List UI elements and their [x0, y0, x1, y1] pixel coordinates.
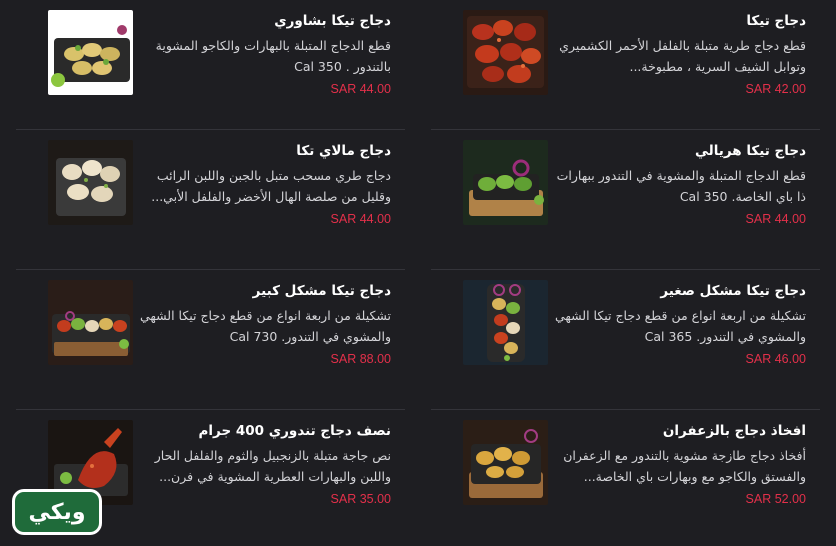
wiki-logo: ويكي	[12, 489, 102, 535]
menu-item-chicken-malai-tikka[interactable]: دجاج مالاي تكا دجاج طري مسحب متبل بالجبن…	[16, 130, 405, 270]
menu-item-image[interactable]	[48, 280, 133, 365]
menu-item-price: SAR 88.00	[330, 352, 391, 366]
menu-item-title: دجاج تيكا بشاوري	[274, 13, 391, 29]
menu-item-image[interactable]	[463, 10, 548, 95]
menu-item-chicken-tikka-peshawari[interactable]: دجاج تيكا بشاوري قطع الدجاج المتبلة بالب…	[16, 0, 405, 130]
menu-item-title: دجاج تيكا هريالي	[695, 143, 806, 159]
menu-item-image[interactable]	[463, 280, 548, 365]
menu-item-description: قطع دجاج طرية متبلة بالفلفل الأحمر الكشم…	[559, 38, 806, 74]
mixed-tikka-large-image	[48, 280, 133, 365]
menu-item-title: افخاذ دجاج بالزعفران	[662, 423, 806, 439]
menu-item-title: دجاج تيكا	[746, 13, 806, 29]
menu-item-info: دجاج تيكا مشكل صغير تشكيلة من اربعة انوا…	[548, 280, 820, 366]
menu-item-description: تشكيلة من اربعة انواع من قطع دجاج تيكا ا…	[139, 308, 391, 344]
menu-item-price: SAR 35.00	[330, 492, 391, 506]
wiki-logo-text: ويكي	[15, 492, 99, 532]
menu-item-title: دجاج مالاي تكا	[296, 143, 391, 159]
menu-item-image[interactable]	[48, 140, 133, 225]
menu-item-price: SAR 44.00	[330, 212, 391, 226]
menu-item-description: نص جاجة متبلة بالزنجبيل والثوم والفلفل ا…	[154, 448, 391, 484]
menu-item-price: SAR 44.00	[745, 212, 806, 226]
chicken-tikka-hariyali-image	[463, 140, 548, 225]
menu-item-image[interactable]	[48, 10, 133, 95]
chicken-tikka-image	[463, 10, 548, 95]
menu-item-mixed-tikka-large[interactable]: دجاج تيكا مشكل كبير تشكيلة من اربعة انوا…	[16, 270, 405, 410]
menu-item-title: دجاج تيكا مشكل كبير	[252, 283, 391, 299]
menu-item-mixed-tikka-small[interactable]: دجاج تيكا مشكل صغير تشكيلة من اربعة انوا…	[431, 270, 820, 410]
menu-item-info: دجاج مالاي تكا دجاج طري مسحب متبل بالجبن…	[133, 140, 405, 226]
menu-item-image[interactable]	[463, 420, 548, 505]
menu-item-image[interactable]	[463, 140, 548, 225]
menu-item-saffron-chicken-thighs[interactable]: افخاذ دجاج بالزعفران أفخاذ دجاج طازجة مش…	[431, 410, 820, 546]
menu-item-price: SAR 44.00	[330, 82, 391, 96]
menu-item-description: قطع الدجاج المتبلة والمشوية في التندور ب…	[556, 168, 806, 204]
menu-item-chicken-tikka-hariyali[interactable]: دجاج تيكا هريالي قطع الدجاج المتبلة والم…	[431, 130, 820, 270]
menu-item-price: SAR 42.00	[745, 82, 806, 96]
menu-item-title: دجاج تيكا مشكل صغير	[660, 283, 806, 299]
chicken-tikka-peshawari-image	[48, 10, 133, 95]
chicken-malai-tikka-image	[48, 140, 133, 225]
menu-grid: دجاج تيكا قطع دجاج طرية متبلة بالفلفل ال…	[16, 0, 820, 546]
menu-item-title: نصف دجاج تندوري 400 جرام	[198, 423, 391, 439]
menu-item-description: أفخاذ دجاج طازجة مشوية بالتندور مع الزعف…	[563, 448, 806, 484]
menu-item-info: دجاج تيكا هريالي قطع الدجاج المتبلة والم…	[548, 140, 820, 226]
menu-item-description: دجاج طري مسحب متبل بالجبن واللبن الرائب …	[151, 168, 391, 204]
menu-item-info: دجاج تيكا بشاوري قطع الدجاج المتبلة بالب…	[133, 10, 405, 96]
menu-item-description: تشكيلة من اربعة انواع من قطع دجاج تيكا ا…	[554, 308, 806, 344]
saffron-chicken-thighs-image	[463, 420, 548, 505]
menu-item-description: قطع الدجاج المتبلة بالبهارات والكاجو الم…	[155, 38, 391, 74]
menu-item-chicken-tikka[interactable]: دجاج تيكا قطع دجاج طرية متبلة بالفلفل ال…	[431, 0, 820, 130]
menu-item-price: SAR 52.00	[745, 492, 806, 506]
menu-item-info: دجاج تيكا مشكل كبير تشكيلة من اربعة انوا…	[133, 280, 405, 366]
menu-item-info: دجاج تيكا قطع دجاج طرية متبلة بالفلفل ال…	[548, 10, 820, 96]
menu-item-info: افخاذ دجاج بالزعفران أفخاذ دجاج طازجة مش…	[548, 420, 820, 506]
menu-item-price: SAR 46.00	[745, 352, 806, 366]
menu-item-info: نصف دجاج تندوري 400 جرام نص جاجة متبلة ب…	[133, 420, 405, 506]
mixed-tikka-small-image	[463, 280, 548, 365]
